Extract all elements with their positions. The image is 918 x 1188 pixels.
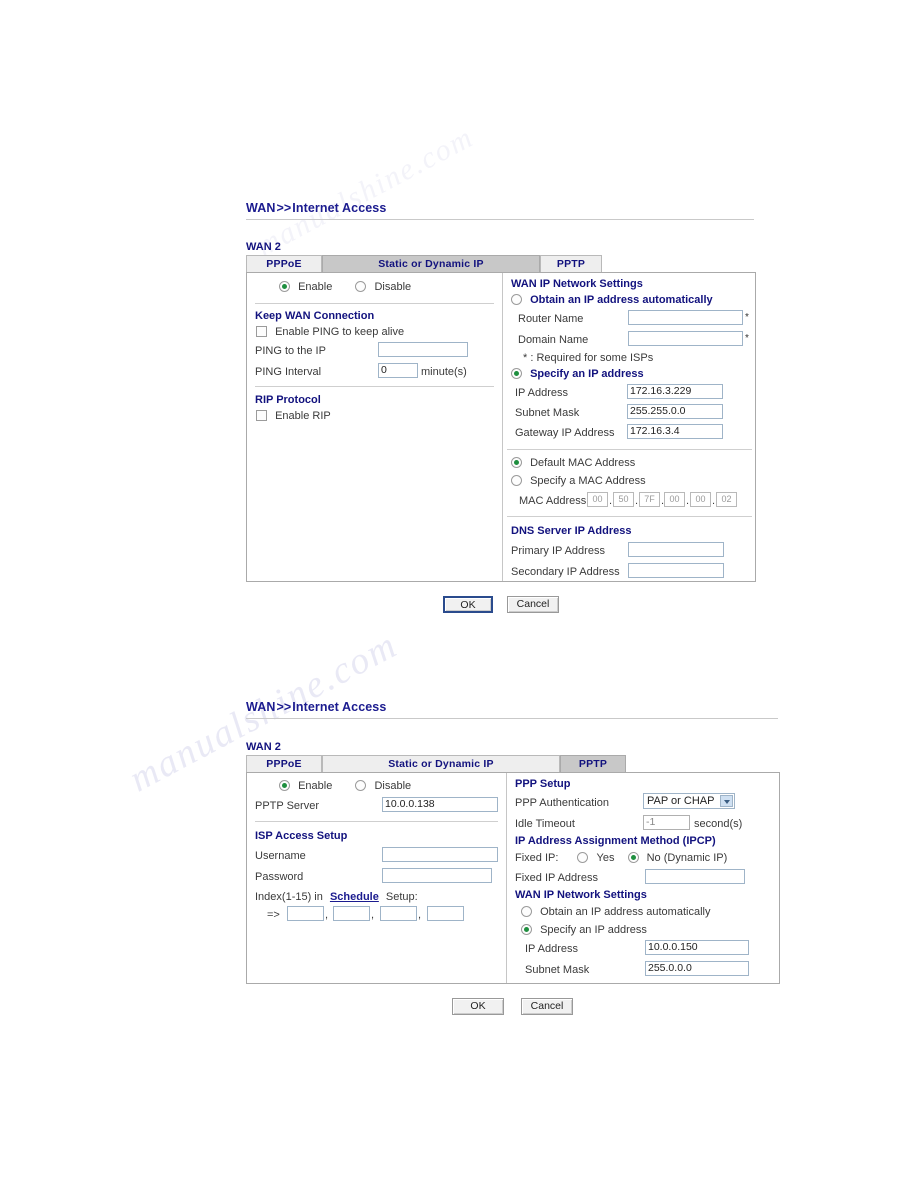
tabbar-pptp: PPPoE Static or Dynamic IP PPTP (246, 755, 780, 772)
pptp-right-pane: PPP Setup PPP Authentication PAP or CHAP… (507, 773, 779, 983)
isp-access-setup-title: ISP Access Setup (255, 830, 348, 842)
radio-enable-pptp[interactable] (279, 780, 290, 791)
password-input[interactable] (382, 868, 492, 883)
pptp-server-input[interactable]: 10.0.0.138 (382, 797, 498, 812)
ppp-auth-select[interactable]: PAP or CHAP (643, 793, 735, 809)
password-label: Password (255, 871, 304, 883)
breadcrumb-pptp: WAN>>Internet Access (246, 700, 386, 714)
username-label: Username (255, 850, 306, 862)
obtain-auto-row-pptp: Obtain an IP address automatically (521, 906, 710, 918)
pptp-form: Enable Disable PPTP Server 10.0.0.138 IS… (246, 772, 780, 984)
breadcrumb-separator-pptp: >> (276, 700, 292, 714)
subnet-mask-input-pptp[interactable]: 255.0.0.0 (645, 961, 749, 976)
specify-ip-row-pptp: Specify an IP address (521, 924, 647, 936)
breadcrumb-leaf-pptp: Internet Access (292, 700, 387, 714)
pptp-left-pane: Enable Disable PPTP Server 10.0.0.138 IS… (247, 773, 506, 983)
internet-access-section-pptp: WAN>>Internet Access WAN 2 PPPoE Static … (0, 0, 918, 1060)
cancel-button-pptp[interactable]: Cancel (521, 998, 573, 1015)
schedule-index-input-3[interactable] (380, 906, 417, 921)
breadcrumb-rule-pptp (246, 718, 778, 719)
schedule-comma-2: , (371, 909, 375, 921)
ipcp-title: IP Address Assignment Method (IPCP) (515, 835, 716, 847)
chevron-down-icon[interactable] (720, 795, 733, 807)
radio-fixed-ip-no[interactable] (627, 852, 639, 863)
obtain-auto-label-pptp: Obtain an IP address automatically (540, 906, 711, 918)
idle-timeout-unit: second(s) (694, 818, 743, 830)
ok-button-pptp[interactable]: OK (452, 998, 504, 1015)
fixed-ip-address-input[interactable] (645, 869, 745, 884)
enable-disable-row-pptp: Enable Disable (279, 780, 411, 792)
schedule-link[interactable]: Schedule (330, 891, 379, 903)
fixed-ip-no-label: No (Dynamic IP) (646, 852, 728, 864)
tab-pptp-2-label: PPTP (578, 758, 608, 770)
schedule-comma-1: , (325, 909, 329, 921)
index-suffix-label: Setup: (385, 891, 418, 903)
schedule-index-input-2[interactable] (333, 906, 370, 921)
ip-address-label-pptp: IP Address (525, 943, 578, 955)
breadcrumb-root-pptp[interactable]: WAN (246, 700, 275, 714)
enable-label-pptp: Enable (298, 780, 333, 792)
username-input[interactable] (382, 847, 498, 862)
fixed-ip-address-label: Fixed IP Address (515, 872, 598, 884)
ppp-auth-value: PAP or CHAP (647, 795, 715, 807)
divider-below-pptp-server (255, 821, 498, 822)
wan-ip-network-settings-title-pptp: WAN IP Network Settings (515, 889, 647, 901)
ppp-auth-label: PPP Authentication (515, 797, 609, 809)
tab-static-or-dynamic-ip-2-label: Static or Dynamic IP (388, 758, 494, 770)
fixed-ip-row: Fixed IP: Yes No (Dynamic IP) (515, 852, 727, 864)
fixed-ip-label: Fixed IP: (515, 852, 559, 864)
index-prefix-label: Index(1-15) in (255, 891, 323, 903)
schedule-index-input-1[interactable] (287, 906, 324, 921)
idle-timeout-input[interactable]: -1 (643, 815, 690, 830)
radio-specify-ip-pptp[interactable] (521, 924, 532, 935)
radio-fixed-ip-yes[interactable] (577, 852, 589, 863)
pptp-server-label: PPTP Server (255, 800, 319, 812)
tab-pppoe-2-label: PPPoE (266, 758, 302, 770)
tab-pppoe-2[interactable]: PPPoE (246, 755, 322, 772)
subnet-mask-label-pptp: Subnet Mask (525, 964, 590, 976)
idle-timeout-label: Idle Timeout (515, 818, 575, 830)
tab-pptp-2[interactable]: PPTP (560, 755, 626, 772)
specify-ip-label-pptp: Specify an IP address (540, 924, 647, 936)
tab-static-or-dynamic-ip-2[interactable]: Static or Dynamic IP (322, 755, 560, 772)
ppp-setup-title: PPP Setup (515, 778, 571, 790)
schedule-arrow-label: => (267, 909, 280, 921)
radio-disable-pptp[interactable] (355, 780, 367, 791)
schedule-index-input-4[interactable] (427, 906, 464, 921)
radio-obtain-auto-pptp[interactable] (521, 906, 532, 917)
schedule-comma-3: , (418, 909, 422, 921)
wan-index-label-pptp: WAN 2 (246, 741, 281, 753)
fixed-ip-yes-label: Yes (596, 852, 615, 864)
ip-address-input-pptp[interactable]: 10.0.0.150 (645, 940, 749, 955)
schedule-index-row: Index(1-15) in Schedule Setup: (255, 891, 418, 903)
disable-label-pptp: Disable (374, 780, 412, 792)
